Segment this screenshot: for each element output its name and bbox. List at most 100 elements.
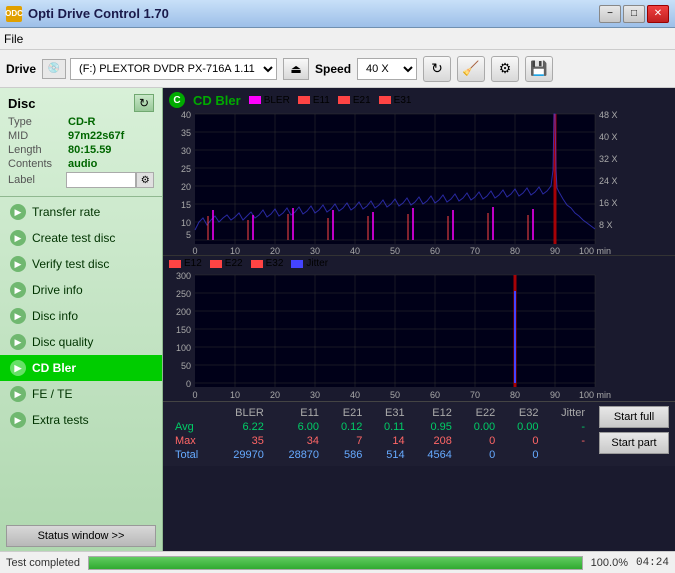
avg-jitter: - <box>545 420 592 434</box>
svg-text:30: 30 <box>310 390 320 400</box>
svg-text:60: 60 <box>430 390 440 400</box>
fe-te-label: FE / TE <box>32 387 72 401</box>
svg-text:40: 40 <box>350 246 360 255</box>
speed-label: Speed <box>315 62 351 76</box>
sidebar-item-create-test-disc[interactable]: ▶ Create test disc <box>0 225 162 251</box>
max-e12: 208 <box>411 434 458 448</box>
window-controls: − □ ✕ <box>599 5 669 23</box>
transfer-rate-label: Transfer rate <box>32 205 100 219</box>
chart2-header: E12 E22 E32 Jitter <box>163 255 675 271</box>
legend-jitter: Jitter <box>291 258 328 269</box>
sidebar-item-disc-quality[interactable]: ▶ Disc quality <box>0 329 162 355</box>
legend-e31: E31 <box>379 95 412 106</box>
max-e32: 0 <box>501 434 544 448</box>
type-value: CD-R <box>68 116 96 128</box>
svg-text:90: 90 <box>550 390 560 400</box>
max-e11: 34 <box>270 434 325 448</box>
avg-e12: 0.95 <box>411 420 458 434</box>
svg-text:100: 100 <box>176 343 191 353</box>
svg-text:16 X: 16 X <box>599 198 618 208</box>
max-bler: 35 <box>215 434 270 448</box>
toolbar: Drive 💿 (F:) PLEXTOR DVDR PX-716A 1.11 ⏏… <box>0 50 675 88</box>
total-e31: 514 <box>368 448 410 462</box>
stats-section: BLER E11 E21 E31 E12 E22 E32 Jitter <box>163 401 675 466</box>
avg-e21: 0.12 <box>325 420 368 434</box>
refresh-button[interactable]: ↻ <box>423 56 451 82</box>
svg-text:300: 300 <box>176 271 191 281</box>
maximize-button[interactable]: □ <box>623 5 645 23</box>
legend-e11: E11 <box>298 95 330 106</box>
status-bar: Test completed 100.0% 04:24 <box>0 551 675 573</box>
sidebar-item-disc-info[interactable]: ▶ Disc info <box>0 303 162 329</box>
drive-info-icon: ▶ <box>10 282 26 298</box>
verify-test-disc-label: Verify test disc <box>32 257 109 271</box>
legend-e12: E12 <box>169 258 202 269</box>
svg-text:35: 35 <box>181 128 191 138</box>
svg-text:32 X: 32 X <box>599 154 618 164</box>
svg-text:10: 10 <box>181 218 191 228</box>
start-part-button[interactable]: Start part <box>599 432 669 454</box>
drive-info-label: Drive info <box>32 283 83 297</box>
sidebar-item-verify-test-disc[interactable]: ▶ Verify test disc <box>0 251 162 277</box>
extra-tests-label: Extra tests <box>32 413 89 427</box>
drive-select[interactable]: (F:) PLEXTOR DVDR PX-716A 1.11 <box>70 58 277 80</box>
speed-select[interactable]: 40 X <box>357 58 417 80</box>
start-full-button[interactable]: Start full <box>599 406 669 428</box>
chart1-header: C CD Bler BLER E11 E21 E31 <box>163 88 675 110</box>
create-test-disc-icon: ▶ <box>10 230 26 246</box>
e12-label: E12 <box>184 258 202 269</box>
sidebar-item-extra-tests[interactable]: ▶ Extra tests <box>0 407 162 433</box>
stats-content: BLER E11 E21 E31 E12 E22 E32 Jitter <box>169 406 591 462</box>
disc-label-input[interactable] <box>66 172 136 188</box>
sidebar-item-fe-te[interactable]: ▶ FE / TE <box>0 381 162 407</box>
svg-text:30: 30 <box>310 246 320 255</box>
drive-select-group: 💿 (F:) PLEXTOR DVDR PX-716A 1.11 <box>42 58 277 80</box>
avg-row: Avg 6.22 6.00 0.12 0.11 0.95 0.00 0.00 - <box>169 420 591 434</box>
chart1-svg: 40 35 30 25 20 15 10 5 48 X 40 X 32 X 24… <box>163 110 675 255</box>
svg-text:5: 5 <box>186 230 191 240</box>
clear-button[interactable]: 🧹 <box>457 56 485 82</box>
svg-text:70: 70 <box>470 246 480 255</box>
col-header-bler: BLER <box>215 406 270 420</box>
content-area: C CD Bler BLER E11 E21 E31 <box>163 88 675 551</box>
disc-refresh-button[interactable]: ↻ <box>134 94 154 112</box>
e31-label: E31 <box>394 95 412 106</box>
legend-bler: BLER <box>249 95 290 106</box>
length-label: Length <box>8 144 68 156</box>
total-e12: 4564 <box>411 448 458 462</box>
label-icon-button[interactable]: ⚙ <box>136 172 154 188</box>
total-e11: 28870 <box>270 448 325 462</box>
sidebar-item-transfer-rate[interactable]: ▶ Transfer rate <box>0 199 162 225</box>
stats-row: BLER E11 E21 E31 E12 E22 E32 Jitter <box>169 406 669 462</box>
svg-text:30: 30 <box>181 146 191 156</box>
drive-label: Drive <box>6 62 36 76</box>
jitter-color <box>291 260 303 268</box>
contents-label: Contents <box>8 158 68 170</box>
chart1-title: CD Bler <box>193 93 241 108</box>
jitter-label: Jitter <box>306 258 328 269</box>
e22-color <box>210 260 222 268</box>
save-button[interactable]: 💾 <box>525 56 553 82</box>
eject-button[interactable]: ⏏ <box>283 58 309 80</box>
svg-text:90: 90 <box>550 246 560 255</box>
sidebar-item-drive-info[interactable]: ▶ Drive info <box>0 277 162 303</box>
col-header-e11: E11 <box>270 406 325 420</box>
bler-color <box>249 96 261 104</box>
sidebar-item-cd-bler[interactable]: ▶ CD Bler <box>0 355 162 381</box>
cd-bler-label: CD Bler <box>32 361 76 375</box>
title-bar: ODC Opti Drive Control 1.70 − □ ✕ <box>0 0 675 28</box>
svg-text:150: 150 <box>176 325 191 335</box>
minimize-button[interactable]: − <box>599 5 621 23</box>
contents-value: audio <box>68 158 97 170</box>
cd-bler-icon: ▶ <box>10 360 26 376</box>
settings-button[interactable]: ⚙ <box>491 56 519 82</box>
status-window-button[interactable]: Status window >> <box>6 525 156 547</box>
svg-text:0: 0 <box>192 390 197 400</box>
total-jitter <box>545 448 592 462</box>
total-e32: 0 <box>501 448 544 462</box>
col-header-jitter: Jitter <box>545 406 592 420</box>
svg-text:48 X: 48 X <box>599 110 618 120</box>
close-button[interactable]: ✕ <box>647 5 669 23</box>
legend-e21: E21 <box>338 95 371 106</box>
avg-label: Avg <box>169 420 215 434</box>
